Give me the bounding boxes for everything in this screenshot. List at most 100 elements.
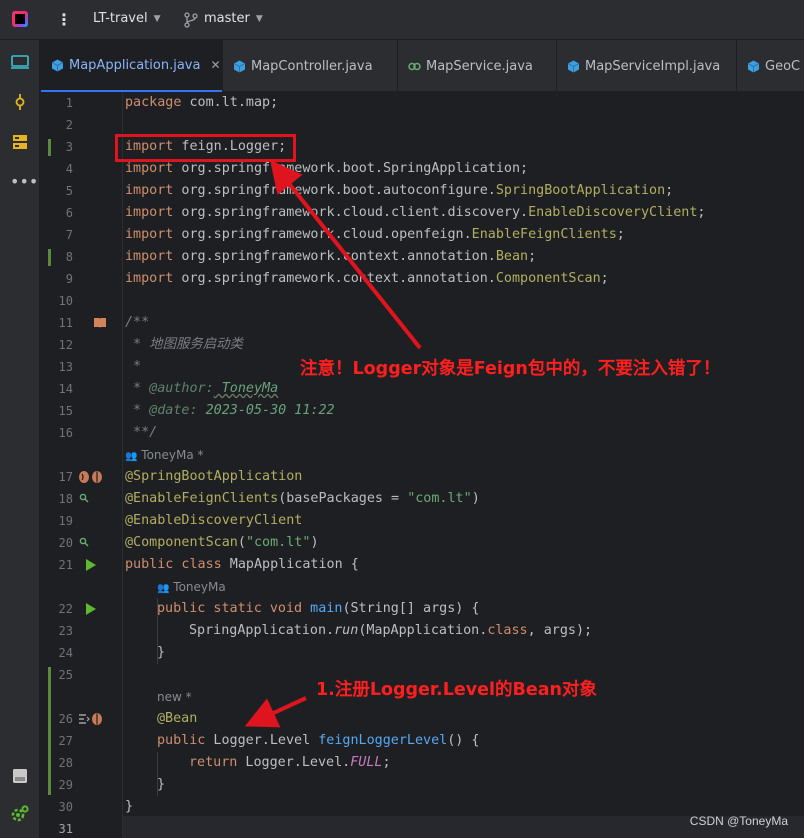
line-number: 8	[65, 250, 73, 264]
bean-method-icon[interactable]	[78, 712, 104, 726]
keyword: return	[189, 755, 238, 770]
keyword: import	[125, 227, 174, 242]
line-number: 12	[58, 338, 73, 352]
vcs-change-marker[interactable]	[48, 249, 51, 266]
code-line[interactable]: @SpringBootApplication	[125, 466, 302, 488]
line-number: 5	[65, 184, 73, 198]
close-icon[interactable]: ✕	[210, 58, 220, 72]
code-line[interactable]: /**	[125, 312, 149, 334]
code-text: )	[310, 535, 319, 550]
code-text: com.lt.map;	[181, 95, 279, 110]
highlight-box	[115, 134, 296, 162]
line-number: 15	[58, 404, 73, 418]
vcs-change-marker[interactable]	[48, 667, 51, 795]
inlay-text: ToneyMa *	[141, 448, 204, 462]
code-line[interactable]: import org.springframework.context.annot…	[125, 246, 536, 268]
code-editor[interactable]: 1 2 3 4 5 6 7 8 9 10 11 12 13 14 15 16 1…	[41, 92, 804, 838]
chevron-down-icon: ▼	[153, 14, 161, 24]
main-toolbar: ⋮ LT-travel ▼ master ▼	[0, 0, 804, 40]
branch-selector[interactable]: master ▼	[204, 11, 263, 26]
tab-mapservice[interactable]: MapService.java	[398, 40, 556, 92]
watermark: CSDN @ToneyMa	[689, 814, 788, 828]
main-menu-icon[interactable]: ⋮	[56, 9, 72, 31]
keyword: package	[125, 95, 182, 110]
more-tools-icon[interactable]: •••	[10, 172, 38, 192]
code-line[interactable]: SpringApplication.run(MapApplication.cla…	[189, 620, 592, 642]
tab-mapcontroller[interactable]: MapController.java	[223, 40, 397, 92]
javadoc-value: 2023-05-30 11:22	[197, 403, 335, 418]
intellij-logo-icon[interactable]	[12, 11, 28, 27]
code-line[interactable]: * @author: ToneyMa	[125, 378, 278, 400]
editor-gutter: 1 2 3 4 5 6 7 8 9 10 11 12 13 14 15 16 1…	[41, 92, 123, 838]
line-number: 31	[58, 822, 73, 836]
line-number: 3	[65, 140, 73, 154]
line-number: 11	[58, 316, 73, 330]
line-number: 14	[58, 382, 73, 396]
tab-label: MapApplication.java	[69, 57, 201, 73]
terminal-icon[interactable]	[10, 766, 30, 786]
annotation: @EnableFeignClients	[125, 491, 279, 506]
project-selector[interactable]: LT-travel ▼	[93, 11, 161, 26]
author-inlay-hint[interactable]: 👥 ToneyMa	[157, 576, 226, 598]
code-line[interactable]: return Logger.Level.FULL;	[189, 752, 391, 774]
code-text: org.springframework.context.annotation.	[173, 249, 496, 264]
commit-icon[interactable]	[10, 92, 30, 112]
line-number: 19	[58, 514, 73, 528]
spring-bean-icon[interactable]	[78, 470, 104, 484]
code-line[interactable]: @ComponentScan("com.lt")	[125, 532, 319, 554]
code-text: MapApplication {	[221, 557, 359, 572]
javadoc-tag: @date:	[149, 403, 198, 418]
tab-label: MapController.java	[251, 58, 373, 74]
annotation-class: SpringBootApplication	[495, 183, 666, 198]
javadoc-tag: @author:	[149, 381, 214, 396]
tab-mapserviceimpl[interactable]: MapServiceImpl.java	[557, 40, 736, 92]
java-class-icon	[747, 60, 760, 72]
search-bean-icon[interactable]	[79, 493, 89, 503]
code-text: )	[471, 491, 480, 506]
code-text: SpringApplication.	[189, 623, 335, 638]
book-icon[interactable]	[93, 317, 107, 329]
code-line[interactable]: * 地图服务启动类	[125, 334, 243, 356]
search-bean-icon[interactable]	[79, 537, 89, 547]
code-text: ;	[600, 271, 609, 286]
line-number: 25	[58, 668, 73, 682]
services-icon[interactable]	[10, 804, 30, 824]
line-number: 21	[58, 558, 73, 572]
code-line[interactable]: @EnableDiscoveryClient	[125, 510, 302, 532]
code-line[interactable]: public class MapApplication {	[125, 554, 359, 576]
annotation-note: 注意！Logger对象是Feign包中的，不要注入错了！	[300, 359, 721, 379]
code-line[interactable]: }	[157, 642, 165, 664]
project-icon[interactable]	[10, 52, 30, 72]
code-line[interactable]: }	[125, 796, 133, 818]
code-line[interactable]: import org.springframework.cloud.client.…	[125, 202, 705, 224]
new-inlay-hint[interactable]: new *	[157, 686, 192, 708]
code-line[interactable]: *	[125, 356, 141, 378]
git-branch-icon	[184, 12, 198, 28]
code-line[interactable]: package com.lt.map;	[125, 92, 278, 114]
tab-mapapplication[interactable]: MapApplication.java ✕	[41, 40, 222, 92]
author-inlay-hint[interactable]: 👥 ToneyMa *	[125, 444, 204, 466]
code-line[interactable]: public Logger.Level feignLoggerLevel() {	[157, 730, 480, 752]
java-class-icon	[233, 60, 246, 72]
java-class-icon	[567, 60, 580, 72]
code-line[interactable]: import org.springframework.boot.autoconf…	[125, 180, 673, 202]
editor-tab-bar: MapApplication.java ✕ MapController.java…	[41, 40, 804, 92]
structure-icon[interactable]	[10, 132, 30, 152]
java-class-icon	[51, 59, 64, 71]
run-icon[interactable]	[85, 602, 97, 616]
line-number: 26	[58, 712, 73, 726]
code-line[interactable]: import org.springframework.cloud.openfei…	[125, 224, 625, 246]
code-line[interactable]: @EnableFeignClients(basePackages = "com.…	[125, 488, 480, 510]
vcs-change-marker[interactable]	[48, 139, 51, 156]
code-line[interactable]: import org.springframework.context.annot…	[125, 268, 609, 290]
tab-geoc[interactable]: GeoC	[737, 40, 804, 92]
code-line[interactable]: **/	[125, 422, 157, 444]
line-number: 24	[58, 646, 73, 660]
code-text: org.springframework.context.annotation.	[173, 271, 496, 286]
code-text: ;	[697, 205, 706, 220]
code-line[interactable]: @Bean	[157, 708, 197, 730]
code-line[interactable]: public static void main(String[] args) {	[157, 598, 480, 620]
run-icon[interactable]	[85, 558, 97, 572]
code-line[interactable]: }	[157, 774, 165, 796]
code-line[interactable]: * @date: 2023-05-30 11:22	[125, 400, 335, 422]
